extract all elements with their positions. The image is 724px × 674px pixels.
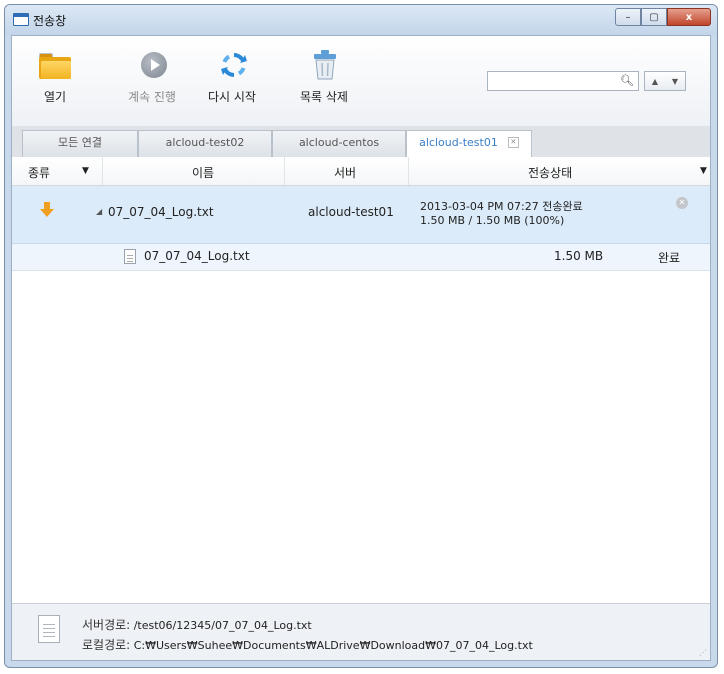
tab-label: alcloud-test02 <box>165 136 245 149</box>
restart-label: 다시 시작 <box>208 90 256 104</box>
maximize-button[interactable]: ▢ <box>641 8 667 26</box>
play-icon <box>135 50 169 80</box>
search-next-icon[interactable]: ▼ <box>672 77 678 86</box>
clear-list-label: 목록 삭제 <box>300 90 348 104</box>
file-row[interactable]: 07_07_04_Log.txt 1.50 MB 완료 <box>12 244 710 271</box>
clear-list-button[interactable]: 목록 삭제 <box>300 50 348 105</box>
tab-alcloud-test02[interactable]: alcloud-test02 <box>138 130 272 157</box>
search-nav: ▲ ▼ <box>644 71 686 91</box>
local-path-label: 로컬경로: <box>82 638 131 652</box>
col-name[interactable]: 이름 <box>192 164 214 181</box>
server-path-label: 서버경로: <box>82 618 131 632</box>
transfer-window: 전송창 – ▢ x 열기 계속 진행 다시 시작 목록 삭제 🔍︎ ▲ ▼ 모든… <box>4 4 718 668</box>
transfer-row[interactable]: ◢ 07_07_04_Log.txt alcloud-test01 2013-0… <box>12 186 710 244</box>
col-type[interactable]: 종류 <box>28 164 50 181</box>
folder-icon <box>38 50 72 80</box>
col-status[interactable]: 전송상태 <box>528 164 572 181</box>
file-size: 1.50 MB <box>554 249 604 263</box>
file-status: 완료 <box>658 251 681 265</box>
search-icon[interactable]: 🔍︎ <box>620 74 634 87</box>
tab-all-connections[interactable]: 모든 연결 <box>22 130 138 157</box>
document-icon <box>38 615 60 643</box>
tab-alcloud-test01[interactable]: alcloud-test01 ✕ <box>406 130 532 158</box>
resize-grip-icon[interactable]: ⋰ <box>699 648 707 657</box>
column-header: 종류 ▼ 이름 서버 전송상태 ▼ <box>12 157 710 186</box>
transfer-status-size: 1.50 MB / 1.50 MB (100%) <box>420 214 565 227</box>
download-arrow-icon <box>40 202 54 217</box>
tab-close-icon[interactable]: ✕ <box>507 136 519 148</box>
local-path-line: 로컬경로: C:₩Users₩Suhee₩Documents₩ALDrive₩D… <box>82 636 533 653</box>
search-prev-icon[interactable]: ▲ <box>652 77 658 86</box>
file-name: 07_07_04_Log.txt <box>144 249 250 263</box>
server-path-line: 서버경로: /test06/12345/07_07_04_Log.txt <box>82 616 312 633</box>
col-server[interactable]: 서버 <box>334 164 356 181</box>
transfer-status-time: 2013-03-04 PM 07:27 전송완료 <box>420 200 583 213</box>
resume-button[interactable]: 계속 진행 <box>128 50 176 105</box>
expand-toggle-icon[interactable]: ◢ <box>96 207 102 216</box>
refresh-icon <box>215 50 249 80</box>
search-input[interactable] <box>490 73 618 91</box>
minimize-button[interactable]: – <box>615 8 641 26</box>
local-path-value: C:₩Users₩Suhee₩Documents₩ALDrive₩Downloa… <box>133 639 533 652</box>
server-path-value: /test06/12345/07_07_04_Log.txt <box>133 619 312 632</box>
window-controls: – ▢ x <box>615 8 711 26</box>
transfer-server: alcloud-test01 <box>308 205 394 219</box>
title-bar[interactable]: 전송창 – ▢ x <box>5 5 717 35</box>
trash-icon <box>307 50 341 80</box>
open-button[interactable]: 열기 <box>38 50 72 105</box>
tab-label: 모든 연결 <box>58 136 102 149</box>
tab-label: alcloud-centos <box>298 136 380 149</box>
window-app-icon <box>13 13 29 26</box>
path-info-bar: 서버경로: /test06/12345/07_07_04_Log.txt 로컬경… <box>12 603 710 660</box>
window-client: 열기 계속 진행 다시 시작 목록 삭제 🔍︎ ▲ ▼ 모든 연결 alclou… <box>11 35 711 661</box>
restart-button[interactable]: 다시 시작 <box>208 50 256 105</box>
resume-label: 계속 진행 <box>128 90 176 104</box>
status-menu-icon[interactable]: ▼ <box>700 166 707 176</box>
file-icon <box>124 249 136 264</box>
open-label: 열기 <box>43 90 67 104</box>
remove-transfer-icon[interactable]: ✕ <box>676 197 688 209</box>
transfer-name: 07_07_04_Log.txt <box>108 205 214 219</box>
search-box: 🔍︎ <box>487 71 639 91</box>
window-title: 전송창 <box>33 14 67 28</box>
connection-tabs: 모든 연결 alcloud-test02 alcloud-centos alcl… <box>12 126 710 158</box>
toolbar: 열기 계속 진행 다시 시작 목록 삭제 🔍︎ ▲ ▼ <box>12 36 710 127</box>
tab-label: alcloud-test01 <box>419 136 498 149</box>
tab-alcloud-centos[interactable]: alcloud-centos <box>272 130 406 157</box>
type-filter-icon[interactable]: ▼ <box>82 166 89 176</box>
close-button[interactable]: x <box>667 8 711 26</box>
